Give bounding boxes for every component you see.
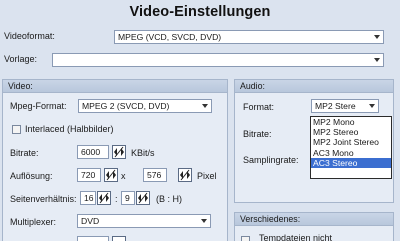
chevron-down-icon bbox=[374, 58, 380, 62]
chevron-down-icon bbox=[201, 219, 207, 223]
chevron-down-icon bbox=[369, 104, 375, 108]
interlaced-checkbox[interactable] bbox=[12, 125, 21, 134]
bitrate-input[interactable]: 6000 bbox=[77, 145, 109, 159]
aspect-h-input[interactable]: 9 bbox=[121, 191, 135, 205]
audio-format-option[interactable]: MP2 Joint Stereo bbox=[311, 137, 391, 147]
aspect-hint: (B : H) bbox=[156, 194, 182, 204]
aspect-h-spinner-icon[interactable] bbox=[136, 191, 150, 205]
audio-format-option[interactable]: MP2 Stereo bbox=[311, 127, 391, 137]
videoformat-label: Videoformat: bbox=[4, 31, 55, 41]
videoformat-value: MPEG (VCD, SVCD, DVD) bbox=[118, 32, 222, 42]
chevron-down-icon bbox=[374, 35, 380, 39]
seitenverhaeltnis-label: Seitenverhältnis: bbox=[10, 194, 77, 204]
vorlage-label: Vorlage: bbox=[4, 54, 38, 64]
bitrate-label: Bitrate: bbox=[10, 148, 39, 158]
height-input[interactable]: 576 bbox=[143, 168, 167, 182]
audio-format-select[interactable]: MP2 Stere bbox=[311, 99, 379, 113]
width-input[interactable]: 720 bbox=[77, 168, 101, 182]
multiplexer-select[interactable]: DVD bbox=[77, 214, 211, 228]
pixel-unit: Pixel bbox=[197, 171, 217, 181]
video-panel-header: Video: bbox=[3, 80, 227, 93]
mpeg-format-label: Mpeg-Format: bbox=[10, 101, 67, 111]
multiplexer-value: DVD bbox=[81, 216, 100, 226]
samplingrate-label: Samplingrate: bbox=[243, 155, 299, 165]
vorlage-select[interactable] bbox=[52, 53, 384, 67]
bitrate-unit: KBit/s bbox=[131, 148, 155, 158]
audio-format-dropdown[interactable]: MP2 Mono MP2 Stereo MP2 Joint Stereo AC3… bbox=[310, 116, 392, 179]
videoformat-select[interactable]: MPEG (VCD, SVCD, DVD) bbox=[114, 30, 384, 44]
times-sign: x bbox=[121, 171, 126, 181]
misc-panel-header: Verschiedenes: bbox=[235, 213, 393, 226]
interlaced-label: Interlaced (Halbbilder) bbox=[25, 124, 114, 134]
chevron-down-icon bbox=[202, 104, 208, 108]
aspect-colon: : bbox=[115, 194, 118, 204]
extra-input[interactable] bbox=[77, 236, 109, 241]
audio-format-label: Format: bbox=[243, 102, 275, 112]
mpeg-format-value: MPEG 2 (SVCD, DVD) bbox=[82, 101, 170, 111]
multiplexer-label: Multiplexer: bbox=[10, 217, 57, 227]
temp-files-label: Tempdateien nicht bbox=[259, 233, 333, 241]
aspect-w-input[interactable]: 16 bbox=[80, 191, 96, 205]
height-spinner-icon[interactable] bbox=[178, 168, 192, 182]
audio-format-option[interactable]: MP2 Mono bbox=[311, 117, 391, 127]
mpeg-format-select[interactable]: MPEG 2 (SVCD, DVD) bbox=[78, 99, 212, 113]
temp-files-checkbox[interactable] bbox=[241, 236, 250, 241]
width-spinner-icon[interactable] bbox=[104, 168, 118, 182]
aufloesung-label: Auflösung: bbox=[10, 171, 53, 181]
audio-bitrate-label: Bitrate: bbox=[243, 129, 272, 139]
dialog-title: Video-Einstellungen bbox=[129, 4, 271, 20]
bitrate-spinner-icon[interactable] bbox=[112, 145, 126, 159]
audio-panel-header: Audio: bbox=[235, 80, 393, 93]
aspect-w-spinner-icon[interactable] bbox=[97, 191, 111, 205]
audio-format-option-selected[interactable]: AC3 Stereo bbox=[311, 157, 391, 168]
audio-format-option[interactable]: AC3 Mono bbox=[311, 148, 391, 158]
extra-spinner-icon[interactable] bbox=[112, 236, 126, 241]
audio-format-value: MP2 Stere bbox=[315, 101, 356, 111]
